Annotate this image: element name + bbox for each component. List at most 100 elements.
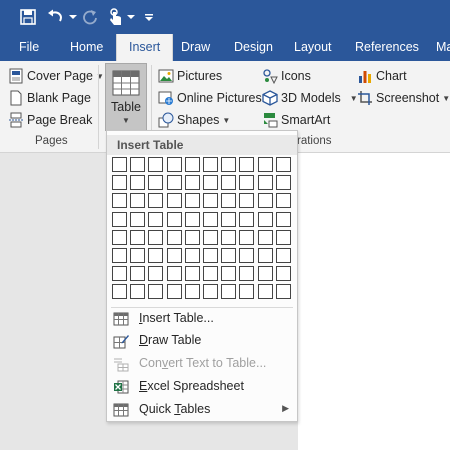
table-grid-cell[interactable] bbox=[185, 284, 200, 299]
table-grid-cell[interactable] bbox=[258, 212, 273, 227]
table-grid-cell[interactable] bbox=[130, 212, 145, 227]
draw-table-menu-item[interactable]: Draw Table bbox=[107, 330, 297, 352]
table-grid-cell[interactable] bbox=[276, 157, 291, 172]
table-grid-cell[interactable] bbox=[239, 157, 254, 172]
table-grid-cell[interactable] bbox=[185, 212, 200, 227]
pictures-button[interactable]: Pictures bbox=[158, 66, 222, 86]
table-grid-cell[interactable] bbox=[148, 175, 163, 190]
shapes-button[interactable]: Shapes ▼ bbox=[158, 110, 230, 130]
table-grid-cell[interactable] bbox=[221, 284, 236, 299]
table-grid-cell[interactable] bbox=[203, 175, 218, 190]
table-grid-cell[interactable] bbox=[276, 266, 291, 281]
undo-icon[interactable] bbox=[46, 7, 66, 27]
table-grid-cell[interactable] bbox=[239, 193, 254, 208]
table-grid-cell[interactable] bbox=[148, 248, 163, 263]
icons-button[interactable]: Icons bbox=[262, 66, 311, 86]
table-grid-cell[interactable] bbox=[185, 175, 200, 190]
table-grid-cell[interactable] bbox=[203, 212, 218, 227]
chart-button[interactable]: Chart bbox=[357, 66, 407, 86]
table-grid-cell[interactable] bbox=[239, 248, 254, 263]
table-grid-cell[interactable] bbox=[130, 248, 145, 263]
convert-text-to-table-menu-item[interactable]: Convert Text to Table... bbox=[107, 353, 297, 375]
smartart-button[interactable]: SmartArt bbox=[262, 110, 330, 130]
document-page[interactable] bbox=[298, 153, 450, 450]
table-grid-cell[interactable] bbox=[203, 193, 218, 208]
table-grid-cell[interactable] bbox=[258, 157, 273, 172]
table-grid-cell[interactable] bbox=[148, 266, 163, 281]
table-grid-cell[interactable] bbox=[130, 266, 145, 281]
tab-insert[interactable]: Insert bbox=[116, 34, 174, 61]
table-grid-cell[interactable] bbox=[276, 212, 291, 227]
table-grid-cell[interactable] bbox=[258, 175, 273, 190]
table-grid-cell[interactable] bbox=[258, 266, 273, 281]
table-grid-cell[interactable] bbox=[148, 284, 163, 299]
blank-page-button[interactable]: Blank Page bbox=[8, 88, 91, 108]
table-grid-cell[interactable] bbox=[167, 284, 182, 299]
undo-dropdown-icon[interactable] bbox=[68, 7, 78, 27]
table-grid-cell[interactable] bbox=[203, 230, 218, 245]
touch-dropdown-icon[interactable] bbox=[126, 7, 136, 27]
table-grid-cell[interactable] bbox=[276, 175, 291, 190]
excel-spreadsheet-menu-item[interactable]: Excel Spreadsheet bbox=[107, 376, 297, 398]
tab-file[interactable]: File bbox=[19, 34, 39, 61]
table-grid-cell[interactable] bbox=[203, 157, 218, 172]
table-grid-cell[interactable] bbox=[112, 157, 127, 172]
table-grid-cell[interactable] bbox=[130, 284, 145, 299]
table-grid-cell[interactable] bbox=[221, 175, 236, 190]
table-grid-cell[interactable] bbox=[221, 193, 236, 208]
table-grid-cell[interactable] bbox=[167, 157, 182, 172]
table-grid-cell[interactable] bbox=[130, 175, 145, 190]
table-grid-cell[interactable] bbox=[167, 266, 182, 281]
table-grid-cell[interactable] bbox=[258, 193, 273, 208]
table-grid-cell[interactable] bbox=[258, 284, 273, 299]
table-grid-cell[interactable] bbox=[276, 193, 291, 208]
save-icon[interactable] bbox=[18, 7, 38, 27]
table-grid-cell[interactable] bbox=[258, 230, 273, 245]
table-grid-cell[interactable] bbox=[221, 230, 236, 245]
redo-icon[interactable] bbox=[80, 7, 100, 27]
table-grid-cell[interactable] bbox=[185, 248, 200, 263]
table-grid-cell[interactable] bbox=[221, 212, 236, 227]
table-grid-cell[interactable] bbox=[258, 248, 273, 263]
table-grid-cell[interactable] bbox=[112, 248, 127, 263]
table-grid-cell[interactable] bbox=[167, 248, 182, 263]
table-grid-cell[interactable] bbox=[112, 284, 127, 299]
table-grid-cell[interactable] bbox=[203, 248, 218, 263]
table-grid-cell[interactable] bbox=[203, 284, 218, 299]
table-grid-cell[interactable] bbox=[239, 284, 254, 299]
table-grid-cell[interactable] bbox=[167, 230, 182, 245]
table-grid-cell[interactable] bbox=[221, 248, 236, 263]
table-grid-cell[interactable] bbox=[130, 193, 145, 208]
table-grid-cell[interactable] bbox=[112, 212, 127, 227]
table-grid-cell[interactable] bbox=[185, 266, 200, 281]
table-grid-cell[interactable] bbox=[239, 175, 254, 190]
tab-draw[interactable]: Draw bbox=[181, 34, 210, 61]
table-grid-cell[interactable] bbox=[239, 212, 254, 227]
table-button[interactable]: Table ▼ bbox=[105, 63, 147, 131]
table-grid-cell[interactable] bbox=[239, 230, 254, 245]
table-grid-cell[interactable] bbox=[112, 266, 127, 281]
table-grid-cell[interactable] bbox=[130, 230, 145, 245]
table-grid-cell[interactable] bbox=[167, 193, 182, 208]
table-grid-cell[interactable] bbox=[148, 212, 163, 227]
table-grid-cell[interactable] bbox=[221, 266, 236, 281]
table-grid-cell[interactable] bbox=[167, 212, 182, 227]
customize-qat-icon[interactable] bbox=[143, 7, 155, 27]
page-break-button[interactable]: Page Break bbox=[8, 110, 92, 130]
tab-home[interactable]: Home bbox=[70, 34, 103, 61]
tab-design[interactable]: Design bbox=[234, 34, 273, 61]
table-grid-cell[interactable] bbox=[112, 193, 127, 208]
online-pictures-button[interactable]: Online Pictures bbox=[158, 88, 262, 108]
table-grid-cell[interactable] bbox=[276, 230, 291, 245]
tab-references[interactable]: References bbox=[355, 34, 419, 61]
table-grid-cell[interactable] bbox=[185, 193, 200, 208]
table-grid-cell[interactable] bbox=[276, 284, 291, 299]
cover-page-button[interactable]: Cover Page ▼ bbox=[8, 66, 104, 86]
tab-mailings[interactable]: Ma bbox=[436, 34, 450, 61]
table-grid-cell[interactable] bbox=[130, 157, 145, 172]
insert-table-menu-item[interactable]: Insert Table... bbox=[107, 308, 297, 330]
table-grid-cell[interactable] bbox=[148, 230, 163, 245]
tab-layout[interactable]: Layout bbox=[294, 34, 332, 61]
table-grid-cell[interactable] bbox=[148, 157, 163, 172]
table-grid-cell[interactable] bbox=[276, 248, 291, 263]
